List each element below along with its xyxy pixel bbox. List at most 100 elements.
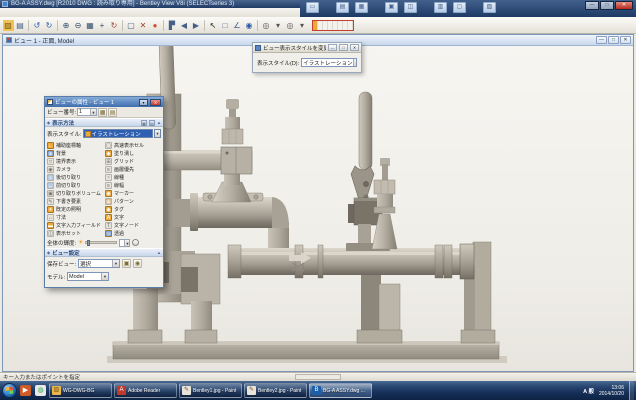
docked-toolbar-icon-6[interactable]: ▥ [434,2,447,13]
dimensions-icon[interactable]: ↔ 寸法 [47,213,105,221]
displayset-icon[interactable]: ◫ 表示セット [47,229,105,237]
view-close-button[interactable]: ✕ [620,36,631,44]
boundary-display-icon[interactable]: □ 境界表示 [47,157,105,165]
minimize-button[interactable]: — [585,1,599,10]
clip-front-icon[interactable]: ▤ 前切り取り [47,181,105,189]
data-fields-icon[interactable]: ▬ 文字入力フィールド [47,221,105,229]
settings-b-dropdown-icon[interactable]: ▾ [296,19,308,32]
chrome-icon[interactable]: ◍ [34,384,47,397]
dialog-titlebar[interactable]: ビュー表示スタイルを変更 — □ ✕ [253,43,361,53]
view-minimize-button[interactable]: — [596,36,607,44]
taskbar-bentley-view[interactable]: B BG-A ASSY.dwg ... [309,383,372,398]
tray-update-icon[interactable] [551,387,557,394]
start-button[interactable] [2,383,17,398]
ime-language-indicator[interactable]: A 般 [583,387,594,395]
taskbar-clock[interactable]: 13:06 2014/10/20 [596,385,627,397]
fast-cells-icon[interactable]: ▢ 高速表示セル [105,141,163,149]
dialog-close-button[interactable]: ✕ [150,99,161,106]
dialog-close-button[interactable]: ✕ [350,44,359,51]
settings-a-icon[interactable]: ◎ [260,19,272,32]
docked-toolbar-icon-1[interactable]: ▭ [306,2,319,13]
close-button[interactable]: ✕ [615,1,633,10]
taskbar-adobe-reader[interactable]: A Adobe Reader [114,383,177,398]
redo-icon[interactable]: ↻ [43,19,55,32]
find-saved-view-icon[interactable]: ◉ [133,259,142,268]
view-previous-icon[interactable]: ◀ [178,19,190,32]
display-section-header[interactable]: ◆ 表示方法 ▦ ▤ ▲ [45,118,163,127]
camera-icon[interactable]: ◉ カメラ [47,165,105,173]
brightness-slider[interactable] [85,241,117,244]
dialog-minimize-button[interactable]: — [328,44,337,51]
undo-icon[interactable]: ↺ [31,19,43,32]
list-layout-icon[interactable]: ▤ [149,120,155,126]
line-weights-icon[interactable]: ≡ 線幅 [105,181,163,189]
transparency-icon[interactable]: ▨ 透過 [105,229,163,237]
taskbar-paint-2[interactable]: ✎ Bentley2.jpg - Paint [244,383,307,398]
print-icon[interactable]: ▤ [14,19,26,32]
grid-icon[interactable]: ⊞ グリッド [105,157,163,165]
view-toggle-8[interactable] [348,21,353,30]
maximize-button[interactable]: □ [600,1,614,10]
zoom-out-icon[interactable]: ⊖ [72,19,84,32]
info-icon[interactable]: ◉ [243,19,255,32]
collapse-icon[interactable]: ▲ [157,120,161,125]
clip-volume-icon[interactable]: ▣ 切り取りボリューム [47,189,105,197]
tray-flag-icon[interactable] [575,387,581,394]
clip-back-icon[interactable]: ▥ 後切り取り [47,173,105,181]
model-dropdown[interactable]: Model ▼ [67,272,109,281]
fence-icon[interactable]: □ [219,19,231,32]
tray-volume-icon[interactable] [567,387,573,394]
grid-layout-icon[interactable]: ▦ [141,120,147,126]
docked-toolbar-icon-7[interactable]: ▢ [453,2,466,13]
dropdown-arrow-icon[interactable]: ▼ [154,129,161,138]
tray-network-icon[interactable] [559,387,565,394]
dialog-titlebar[interactable]: ビューの属性 - ビュー 1 ▾ ✕ [45,97,163,107]
settings-b-icon[interactable]: ◎ [284,19,296,32]
level-overrides-icon[interactable]: ≡ 画層優先 [105,165,163,173]
dialog-pin-button[interactable]: ▾ [139,99,148,106]
docked-toolbar-icon-3[interactable]: ▦ [355,2,368,13]
render-icon[interactable]: ● [149,19,161,32]
show-desktop-button[interactable] [629,381,634,400]
acs-triad-icon[interactable]: ∟ 補助座標軸 [47,141,105,149]
select-element-icon[interactable]: ↖ [207,19,219,32]
collapse-icon[interactable]: ▲ [157,250,161,255]
default-lighting-icon[interactable]: ☀ 既定の照明 [47,205,105,213]
apply-to-selected-icon[interactable]: ▤ [108,108,117,117]
style-dropdown[interactable]: イラストレーション [83,129,153,138]
docked-toolbar-icon-4[interactable]: ▣ [385,2,398,13]
dialog-maximize-button[interactable]: □ [339,44,348,51]
brightness-reset-button[interactable] [132,239,139,246]
measure-icon[interactable]: ∠ [231,19,243,32]
slider-thumb[interactable] [87,240,90,246]
view-maximize-button[interactable]: □ [608,36,619,44]
display-style-dropdown[interactable]: イラストレーション ▼ [301,58,357,67]
copy-icon[interactable]: ▢ [125,19,137,32]
settings-a-dropdown-icon[interactable]: ▾ [272,19,284,32]
taskbar-paint-1[interactable]: ✎ Bentley1.jpg - Paint [179,383,242,398]
tray-expand-icon[interactable] [527,387,533,394]
pan-view-icon[interactable]: + [96,19,108,32]
window-area-icon[interactable]: ▛ [166,19,178,32]
saved-view-dropdown[interactable]: 選択 ▼ [78,259,120,268]
apply-to-open-views-icon[interactable]: ▦ [98,108,107,117]
view-number-dropdown[interactable]: 1 ▼ [77,108,97,116]
fit-view-icon[interactable]: ▦ [84,19,96,32]
docked-toolbar-icon-5[interactable]: ◫ [404,2,417,13]
patterns-icon[interactable]: ▦ パターン [105,197,163,205]
open-file-icon[interactable]: ▨ [2,19,14,32]
fill-icon[interactable]: ◆ 塗り潰し [105,149,163,157]
markers-icon[interactable]: ◉ マーカー [105,189,163,197]
text-icon[interactable]: A 文字 [105,213,163,221]
rotate-view-icon[interactable]: ↻ [108,19,120,32]
taskbar-folder-window[interactable]: ▨ WG-DWG-BG [49,383,112,398]
view-setup-section-header[interactable]: ◆ ビュー設定 ▲ [45,248,163,257]
delete-icon[interactable]: ✕ [137,19,149,32]
tags-icon[interactable]: ◆ タグ [105,205,163,213]
background-icon[interactable]: ▦ 背景 [47,149,105,157]
line-styles-icon[interactable]: ~ 線種 [105,173,163,181]
app-orange-icon[interactable]: ▶ [19,384,32,397]
tray-folder-icon[interactable] [543,387,549,394]
constructions-icon[interactable]: ✎ 下書き要素 [47,197,105,205]
tray-app-red-icon[interactable] [535,387,541,394]
